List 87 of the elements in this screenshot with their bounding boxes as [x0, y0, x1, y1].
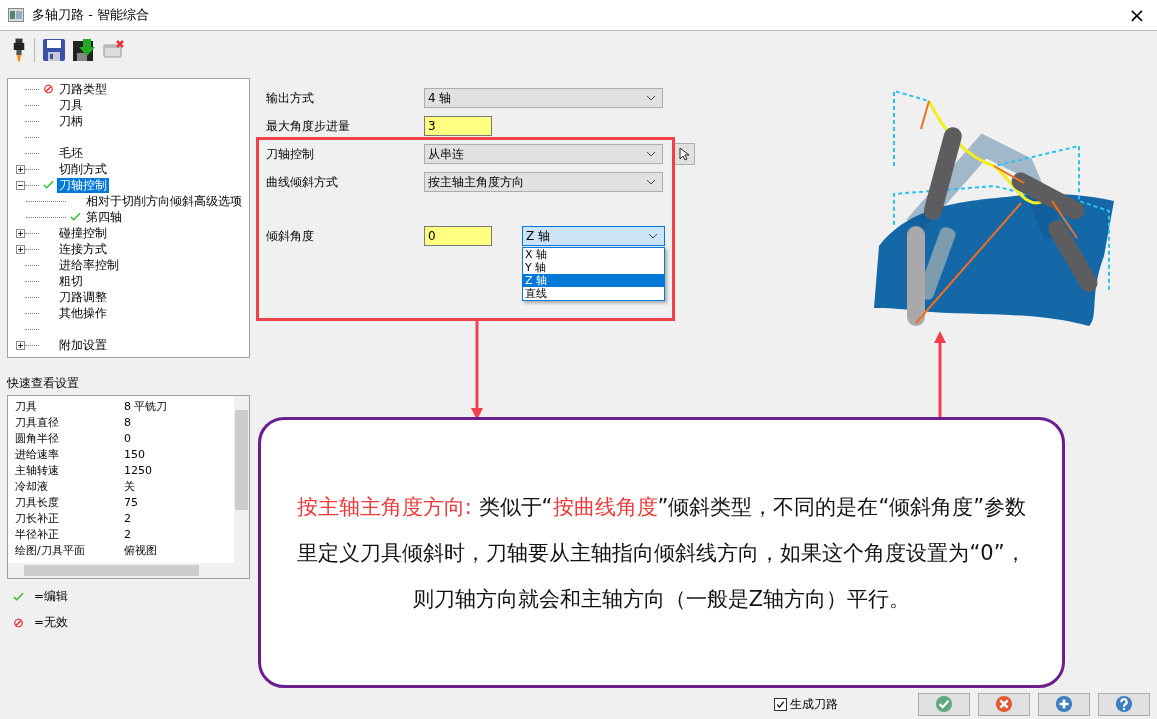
- dropdown[interactable]: 按主轴主角度方向: [424, 172, 663, 192]
- tree-item[interactable]: 刀路调整: [57, 289, 109, 305]
- setting-value: 1250: [124, 463, 152, 477]
- setting-name: 刀具直径: [15, 414, 60, 430]
- setting-name: 刀长补正: [15, 510, 60, 526]
- field-label: 倾斜角度: [266, 228, 315, 245]
- tree-item[interactable]: 附加设置: [57, 337, 109, 353]
- tree-item[interactable]: 刀路类型: [57, 81, 109, 97]
- chevron-down-icon: [646, 151, 656, 157]
- checkmark-icon: [42, 180, 54, 190]
- setting-value: 0: [124, 431, 131, 445]
- tree-item[interactable]: 粗切: [57, 273, 85, 289]
- horizontal-scrollbar[interactable]: [8, 563, 249, 578]
- dropdown[interactable]: Z 轴: [522, 226, 665, 246]
- invalid-icon: [42, 84, 54, 94]
- legend-label: =无效: [34, 614, 69, 631]
- window-icon: [8, 8, 24, 22]
- legend-label: =编辑: [34, 588, 69, 605]
- select-button[interactable]: [673, 143, 695, 165]
- checkbox-label: 生成刀路: [790, 695, 838, 713]
- tree-item[interactable]: 连接方式: [57, 241, 109, 257]
- tree-item[interactable]: 相对于切削方向倾斜高级选项: [84, 193, 244, 209]
- tree-item[interactable]: 毛坯: [57, 145, 85, 161]
- tree-item[interactable]: 刀具: [57, 97, 85, 113]
- setting-name: 冷却液: [15, 478, 49, 494]
- setting-name: 半径补正: [15, 526, 60, 542]
- tree-item[interactable]: 切削方式: [57, 161, 109, 177]
- setting-value: 关: [124, 478, 135, 494]
- setting-value: 2: [124, 527, 131, 541]
- dropdown-option[interactable]: X 轴: [523, 248, 664, 261]
- plus-icon: [1055, 695, 1073, 713]
- expander-icon[interactable]: [16, 244, 25, 254]
- checkbox[interactable]: [774, 697, 787, 711]
- dropdown-option[interactable]: 直线: [523, 287, 664, 300]
- x-icon: [995, 695, 1013, 713]
- setting-name: 圆角半径: [15, 430, 60, 446]
- checkmark-icon: [69, 212, 81, 222]
- tree-item[interactable]: 进给率控制: [57, 257, 121, 273]
- setting-value: 8: [124, 415, 131, 429]
- setting-value: 2: [124, 511, 131, 525]
- tree-item[interactable]: 第四轴: [84, 209, 124, 225]
- checkmark-icon: [935, 695, 953, 713]
- add-button[interactable]: [1038, 692, 1090, 716]
- close-button[interactable]: ×: [1117, 0, 1157, 30]
- setting-value: 75: [124, 495, 138, 509]
- chevron-down-icon: [646, 179, 656, 185]
- tree-item[interactable]: 刀轴控制: [57, 177, 109, 193]
- dropdown[interactable]: 4 轴: [424, 88, 663, 108]
- cancel-button[interactable]: [978, 692, 1030, 716]
- setting-name: 进给速率: [15, 446, 60, 462]
- close-file-icon[interactable]: [103, 39, 125, 61]
- help-icon: [1115, 695, 1133, 713]
- setting-value: 俯视图: [124, 542, 157, 558]
- checkmark-icon: [13, 591, 24, 602]
- expander-icon[interactable]: [16, 180, 25, 190]
- section-title: 快速查看设置: [7, 375, 80, 392]
- field-label: 输出方式: [266, 89, 315, 107]
- expander-icon[interactable]: [16, 228, 25, 238]
- invalid-icon: [13, 617, 24, 628]
- input-field[interactable]: 0: [424, 226, 492, 246]
- chevron-down-icon: [646, 95, 656, 101]
- setting-name: 刀具: [15, 398, 38, 414]
- setting-value: 150: [124, 447, 145, 461]
- field-label: 刀轴控制: [266, 145, 315, 163]
- tree-item[interactable]: 其他操作: [57, 305, 109, 321]
- setting-name: 主轴转速: [15, 462, 60, 478]
- dropdown-option[interactable]: Z 轴: [523, 274, 664, 287]
- tree-item[interactable]: 刀柄: [57, 113, 85, 129]
- input-field[interactable]: 3: [424, 116, 492, 136]
- expander-icon[interactable]: [16, 340, 25, 350]
- field-label: 曲线倾斜方式: [266, 173, 339, 191]
- tree-item[interactable]: 碰撞控制: [57, 225, 109, 241]
- save-icon[interactable]: [43, 39, 65, 61]
- setting-name: 刀具长度: [15, 494, 60, 510]
- setting-name: 绘图/刀具平面: [15, 542, 86, 558]
- tool-holder-icon[interactable]: [12, 37, 26, 63]
- expander-icon[interactable]: [16, 164, 25, 174]
- cursor-icon: [679, 147, 689, 161]
- callout-text: 按主轴主角度方向: 类似于“按曲线角度”倾斜类型，不同的是在“倾斜角度”参数里定义刀具倾斜时，刀轴要从主轴指向倾斜线方向，如果这个角度设置为“0”，则刀轴方向就会和主轴方向（一般是Z轴方向）平行。: [295, 493, 1028, 613]
- setting-value: 8 平铣刀: [124, 398, 168, 414]
- window-title: 多轴刀路 - 智能综合: [32, 6, 150, 24]
- help-button[interactable]: [1098, 692, 1150, 716]
- chevron-down-icon: [648, 233, 658, 239]
- vertical-scrollbar[interactable]: [234, 396, 249, 563]
- field-label: 最大角度步进量: [266, 117, 351, 135]
- dropdown-option[interactable]: Y 轴: [523, 261, 664, 274]
- dropdown[interactable]: 从串连: [424, 144, 663, 164]
